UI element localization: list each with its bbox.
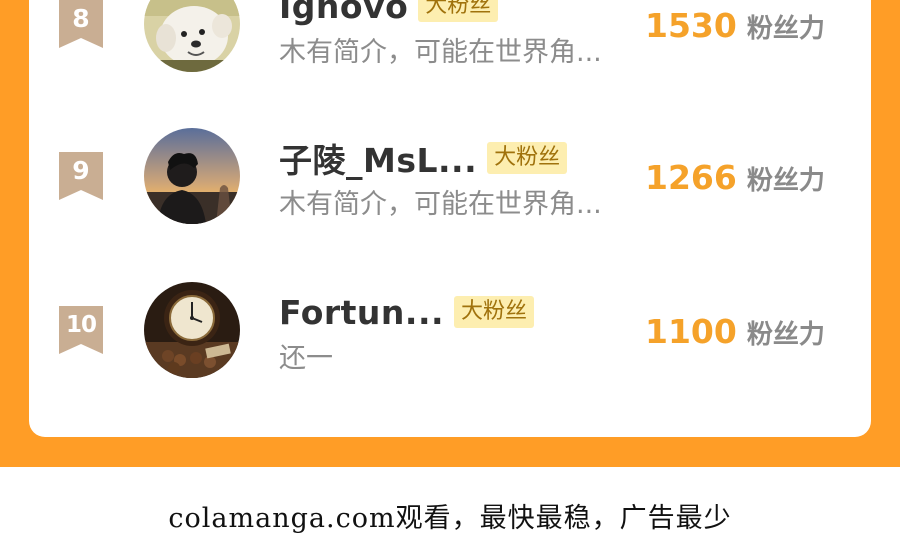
username-line: Ignovo 大粉丝 — [279, 0, 499, 26]
fan-power-score: 1530 粉丝力 — [645, 6, 825, 45]
avatar[interactable] — [144, 128, 240, 224]
ranking-row[interactable]: 8 Ignovo 大粉丝 木有简介，可能在世界角... 1530 粉丝力 — [29, 0, 871, 74]
rank-badge: 9 — [59, 152, 103, 200]
sunset-person-avatar-icon — [144, 128, 240, 224]
fan-level-badge: 大粉丝 — [454, 296, 535, 328]
rank-number: 8 — [72, 4, 90, 33]
username[interactable]: Fortun... — [279, 293, 444, 332]
fan-power-score: 1266 粉丝力 — [645, 158, 825, 197]
ranking-panel-frame: 8 Ignovo 大粉丝 木有简介，可能在世界角... 1530 粉丝力 9 子… — [0, 0, 900, 467]
username[interactable]: Ignovo — [279, 0, 408, 26]
username[interactable]: 子陵_MsL... — [279, 134, 477, 182]
user-bio: 木有简介，可能在世界角... — [279, 37, 602, 68]
avatar[interactable] — [144, 0, 240, 72]
fan-level-badge: 大粉丝 — [418, 0, 499, 22]
fan-power-score: 1100 粉丝力 — [645, 312, 825, 351]
score-value: 1530 — [645, 6, 737, 45]
dog-photo-avatar-icon — [144, 0, 240, 72]
username-line: Fortun... 大粉丝 — [279, 292, 535, 332]
score-unit: 粉丝力 — [746, 166, 825, 196]
fan-level-badge: 大粉丝 — [487, 142, 568, 174]
watermark-text: colamanga.com观看，最快最稳，广告最少 — [168, 503, 732, 534]
ranking-row[interactable]: 10 Fortun... 大粉丝 还一 1100 粉丝力 — [29, 270, 871, 380]
rank-number: 10 — [65, 312, 97, 338]
username-line: 子陵_MsL... 大粉丝 — [279, 138, 568, 180]
ranking-card: 8 Ignovo 大粉丝 木有简介，可能在世界角... 1530 粉丝力 9 子… — [29, 0, 871, 437]
ranking-row[interactable]: 9 子陵_MsL... 大粉丝 木有简介，可能在世界角... 1266 粉丝力 — [29, 116, 871, 226]
score-unit: 粉丝力 — [746, 320, 825, 350]
user-bio: 还一 — [279, 343, 333, 374]
avatar[interactable] — [144, 282, 240, 378]
rank-number: 9 — [72, 156, 90, 185]
score-unit: 粉丝力 — [746, 14, 825, 44]
rank-badge: 10 — [59, 306, 103, 354]
score-value: 1100 — [645, 312, 737, 351]
rank-badge: 8 — [59, 0, 103, 48]
clock-photo-avatar-icon — [144, 282, 240, 378]
user-bio: 木有简介，可能在世界角... — [279, 189, 602, 220]
score-value: 1266 — [645, 158, 737, 197]
